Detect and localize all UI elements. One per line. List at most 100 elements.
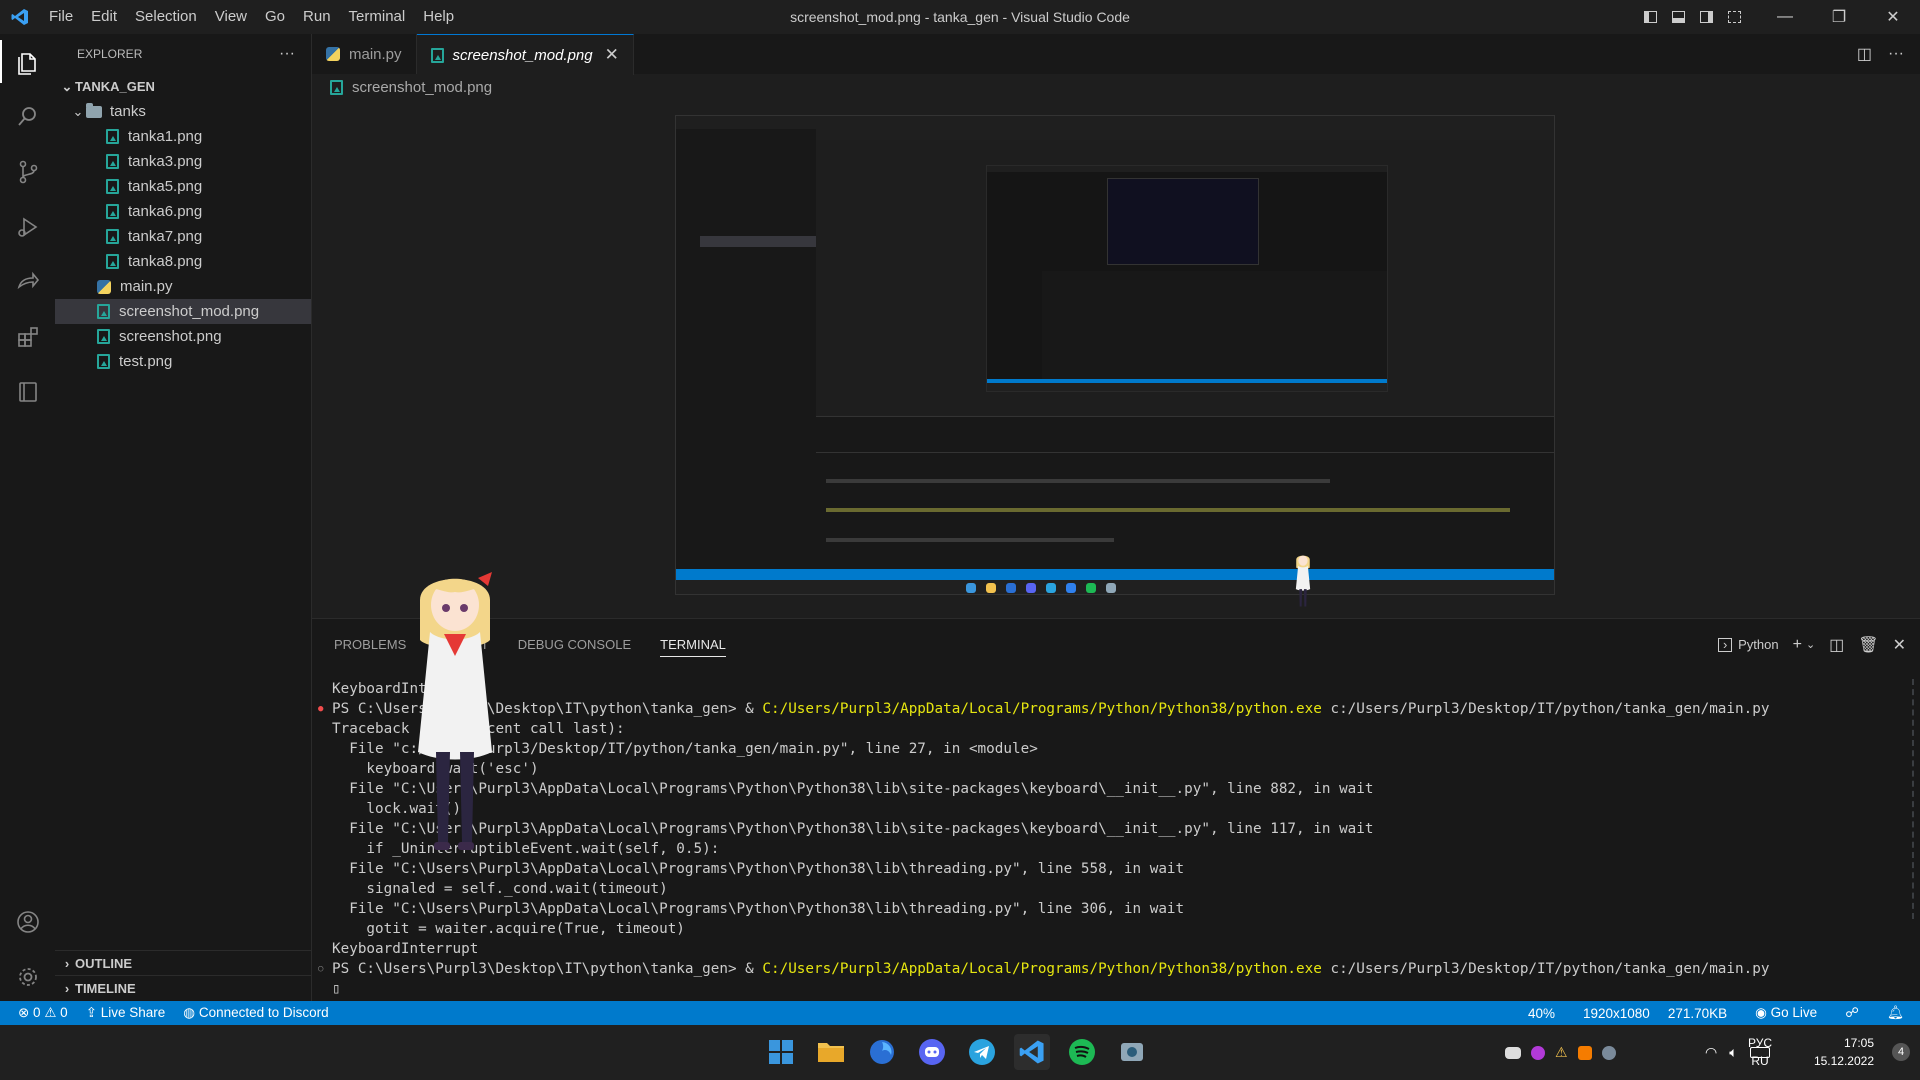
breadcrumb[interactable]: screenshot_mod.png — [312, 74, 1920, 100]
toggle-secondary-sidebar-icon[interactable] — [1692, 0, 1720, 34]
notifications-bell-icon[interactable]: 🔔︎ — [1887, 1005, 1904, 1021]
snipping-tool-icon[interactable] — [1114, 1034, 1150, 1070]
tab-terminal[interactable]: TERMINAL — [660, 637, 726, 657]
image-file-icon — [97, 304, 110, 319]
minimize-button[interactable]: — — [1758, 0, 1812, 34]
timeline-section[interactable]: › TIMELINE — [55, 975, 311, 1001]
explorer-icon[interactable] — [0, 34, 55, 89]
terminal-scrollbar[interactable] — [1912, 679, 1920, 919]
vscode-taskbar-icon[interactable] — [1014, 1034, 1050, 1070]
close-window-button[interactable]: ✕ — [1866, 0, 1920, 34]
search-icon[interactable] — [0, 89, 55, 144]
windows-start-icon[interactable] — [763, 1034, 799, 1070]
explorer-title: EXPLORER — [77, 47, 143, 61]
menu-help[interactable]: Help — [414, 0, 463, 34]
terminal-exe: C:/Users/Purpl3/AppData/Local/Programs/P… — [762, 701, 1322, 717]
spotify-icon[interactable] — [1064, 1034, 1100, 1070]
toggle-sidebar-icon[interactable] — [1636, 0, 1664, 34]
new-terminal-icon[interactable]: + — [1793, 636, 1802, 654]
file-tanka7[interactable]: tanka7.png — [55, 224, 311, 249]
chevron-right-icon: › — [64, 981, 70, 996]
terminal-cursor: ▯ — [332, 981, 341, 997]
tab-label: main.py — [349, 45, 402, 63]
terminal-prompt: PS C:\Users\Purpl3\Desktop\IT\python\tan… — [332, 961, 763, 977]
image-file-icon — [97, 354, 110, 369]
discord-label: Connected to Discord — [198, 1005, 329, 1020]
tab-label: screenshot_mod.png — [452, 46, 593, 64]
chevron-down-icon[interactable]: ⌄ — [1806, 638, 1815, 651]
discord-status[interactable]: ◍ Connected to Discord — [183, 1005, 328, 1021]
file-test[interactable]: test.png — [55, 349, 311, 374]
terminal-profile-label[interactable]: Python — [1738, 637, 1778, 652]
extensions-icon[interactable] — [0, 309, 55, 364]
file-label: main.py — [120, 278, 173, 295]
file-tanka8[interactable]: tanka8.png — [55, 249, 311, 274]
firefox-icon[interactable] — [864, 1034, 900, 1070]
menu-run[interactable]: Run — [294, 0, 340, 34]
telegram-icon[interactable] — [964, 1034, 1000, 1070]
menu-file[interactable]: File — [40, 0, 82, 34]
live-share-icon[interactable] — [0, 254, 55, 309]
menu-terminal[interactable]: Terminal — [340, 0, 415, 34]
menu-view[interactable]: View — [206, 0, 256, 34]
notification-badge[interactable]: 4 — [1892, 1043, 1910, 1061]
file-main-py[interactable]: main.py — [55, 274, 311, 299]
source-control-icon[interactable] — [0, 144, 55, 199]
quick-settings[interactable]: ◠ 🔈︎ — [1705, 1025, 1770, 1080]
customize-layout-icon[interactable] — [1720, 0, 1748, 34]
menu-edit[interactable]: Edit — [82, 0, 126, 34]
more-actions-icon[interactable]: ··· — [1888, 45, 1904, 63]
folder-icon — [86, 102, 102, 118]
outline-section[interactable]: › OUTLINE — [55, 950, 311, 976]
folder-tanks[interactable]: ⌄ tanks — [55, 99, 311, 124]
tab-main-py[interactable]: main.py — [312, 34, 417, 74]
file-screenshot-mod[interactable]: screenshot_mod.png — [55, 299, 311, 324]
more-actions-icon[interactable]: ··· — [279, 45, 295, 63]
terminal-output[interactable]: KeyboardInterrupt ● PS C:\Users\Purpl3\Des… — [318, 679, 1770, 999]
close-tab-icon[interactable]: ✕ — [605, 45, 619, 65]
file-tanka3[interactable]: tanka3.png — [55, 149, 311, 174]
file-tanka6[interactable]: tanka6.png — [55, 199, 311, 224]
menu-selection[interactable]: Selection — [126, 0, 206, 34]
file-explorer-icon[interactable] — [813, 1034, 849, 1070]
live-share-status[interactable]: ⇪ Live Share — [86, 1005, 166, 1021]
close-panel-icon[interactable]: ✕ — [1893, 635, 1906, 655]
file-tanka1[interactable]: tanka1.png — [55, 124, 311, 149]
split-terminal-icon[interactable]: ◫ — [1829, 635, 1844, 655]
remote-explorer-icon[interactable] — [0, 364, 55, 419]
clock[interactable]: 17:05 15.12.2022 — [1814, 1034, 1874, 1070]
file-label: tanka7.png — [128, 228, 203, 245]
feedback-icon[interactable]: ☍ — [1845, 1005, 1859, 1021]
problems-status[interactable]: ⊗ 0 ⚠ 0 — [18, 1005, 68, 1021]
kill-terminal-icon[interactable]: 🗑 — [1858, 635, 1878, 655]
tab-debug-console[interactable]: DEBUG CONSOLE — [518, 637, 631, 652]
image-preview[interactable] — [675, 115, 1555, 595]
settings-gear-icon[interactable] — [0, 949, 55, 1004]
tab-screenshot-mod[interactable]: screenshot_mod.png ✕ — [416, 34, 634, 75]
run-debug-icon[interactable] — [0, 199, 55, 254]
split-editor-icon[interactable]: ◫ — [1857, 44, 1872, 64]
status-bar: ⊗ 0 ⚠ 0 ⇪ Live Share ◍ Connected to Disc… — [0, 1001, 1920, 1025]
preview-editor-area — [816, 140, 1554, 415]
warning-tray-icon[interactable]: ⚠ — [1555, 1044, 1568, 1061]
globe-icon: ◍ — [183, 1005, 199, 1020]
tab-problems[interactable]: PROBLEMS — [334, 637, 406, 652]
steam-tray-icon[interactable] — [1601, 1045, 1616, 1060]
zoom-level[interactable]: 40% — [1528, 1006, 1555, 1021]
terminal-line: lock.wait() — [332, 801, 462, 817]
media-tray-icon[interactable] — [1577, 1045, 1592, 1060]
toggle-panel-icon[interactable] — [1664, 0, 1692, 34]
workspace-root[interactable]: ⌄ TANKA_GEN — [55, 74, 311, 99]
tab-output[interactable]: OUTPUT — [435, 637, 488, 652]
menu-go[interactable]: Go — [256, 0, 294, 34]
discord-icon[interactable] — [914, 1034, 950, 1070]
maximize-button[interactable]: ❐ — [1812, 0, 1866, 34]
go-live-button[interactable]: ◉ Go Live — [1755, 1005, 1817, 1021]
vscode-logo-icon — [0, 0, 40, 34]
file-tanka5[interactable]: tanka5.png — [55, 174, 311, 199]
app-tray-icon[interactable] — [1531, 1045, 1545, 1060]
accounts-icon[interactable] — [0, 894, 55, 949]
discord-tray-icon[interactable] — [1505, 1046, 1521, 1059]
terminal-arg: c:/Users/Purpl3/Desktop/IT/python/tanka_… — [1321, 961, 1770, 977]
file-screenshot[interactable]: screenshot.png — [55, 324, 311, 349]
